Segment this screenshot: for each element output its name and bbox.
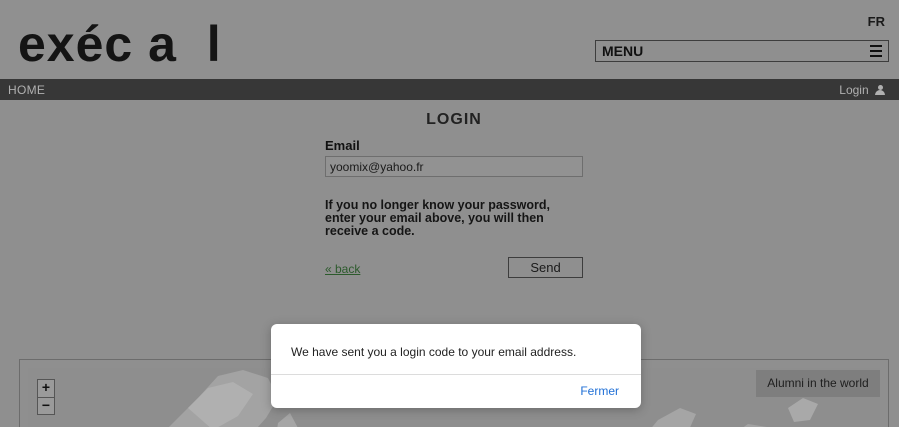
email-field[interactable]: yoomix@yahoo.fr bbox=[325, 156, 583, 177]
nav-login-link[interactable]: Login bbox=[839, 83, 885, 97]
dialog-divider bbox=[271, 374, 641, 375]
dialog-message: We have sent you a login code to your em… bbox=[291, 345, 577, 359]
email-label: Email bbox=[325, 138, 360, 153]
back-link[interactable]: « back bbox=[325, 262, 360, 276]
language-switch[interactable]: FR bbox=[868, 14, 885, 29]
nav-home-link[interactable]: HOME bbox=[8, 83, 45, 97]
send-button[interactable]: Send bbox=[508, 257, 583, 278]
zoom-in-button[interactable]: + bbox=[37, 379, 55, 397]
login-title: LOGIN bbox=[426, 111, 482, 128]
close-dialog-button[interactable]: Fermer bbox=[580, 384, 619, 398]
zoom-out-button[interactable]: − bbox=[37, 397, 55, 415]
hamburger-icon bbox=[870, 45, 882, 57]
user-icon bbox=[875, 85, 885, 95]
password-help-text: If you no longer know your password, ent… bbox=[325, 198, 551, 238]
map-title-label: Alumni in the world bbox=[756, 370, 880, 397]
site-header: exéc a l FR MENU bbox=[0, 0, 899, 79]
site-logo[interactable]: exéc a l bbox=[18, 16, 222, 72]
menu-label: MENU bbox=[602, 43, 644, 59]
menu-button[interactable]: MENU bbox=[595, 40, 889, 62]
alert-dialog: We have sent you a login code to your em… bbox=[271, 324, 641, 408]
nav-login-label: Login bbox=[839, 83, 869, 97]
nav-bar: HOME Login bbox=[0, 79, 899, 100]
